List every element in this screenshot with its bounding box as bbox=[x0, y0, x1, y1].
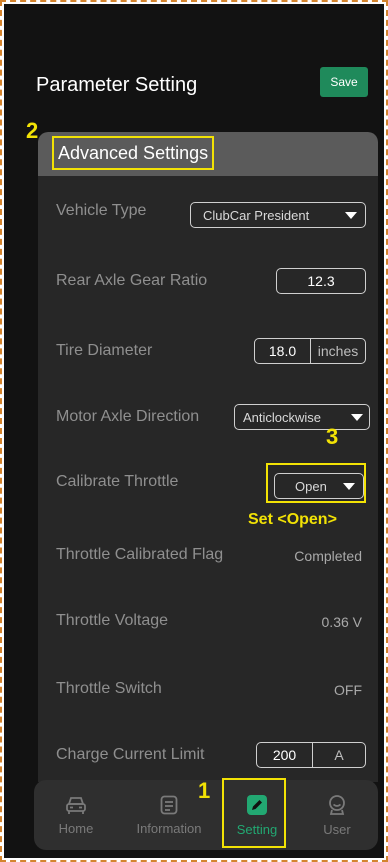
throttle-voltage-label: Throttle Voltage bbox=[56, 612, 169, 629]
charge-current-limit-label: Charge Current Limit bbox=[56, 746, 205, 763]
nav-item-user[interactable]: User bbox=[302, 780, 372, 850]
panel-title: Advanced Settings bbox=[52, 136, 215, 170]
charge-current-limit-unit: A bbox=[334, 747, 344, 763]
annotation-step-2: 2 bbox=[26, 118, 39, 143]
caret-down-icon bbox=[351, 413, 363, 421]
motor-axle-direction-label: Motor Axle Direction bbox=[56, 408, 200, 425]
tire-diameter-unit: inches bbox=[317, 343, 359, 359]
save-button[interactable]: Save bbox=[320, 67, 368, 97]
nav-item-home[interactable]: Home bbox=[40, 780, 112, 850]
motor-axle-direction-select[interactable]: Anticlockwise bbox=[234, 404, 370, 430]
calibrate-throttle-label: Calibrate Throttle bbox=[56, 473, 179, 490]
throttle-calibrated-flag-label: Throttle Calibrated Flag bbox=[56, 546, 224, 563]
charge-current-limit-value: 200 bbox=[257, 743, 313, 767]
user-icon bbox=[329, 794, 345, 815]
nav-label-information: Information bbox=[136, 820, 202, 836]
document-icon bbox=[160, 795, 178, 814]
panel-header: Advanced Settings bbox=[38, 132, 378, 176]
nav-label-user: User bbox=[323, 821, 351, 837]
nav-label-home: Home bbox=[58, 820, 94, 836]
annotation-highlight-calibrate bbox=[266, 463, 366, 503]
rear-axle-gear-ratio-input[interactable]: 12.3 bbox=[276, 268, 366, 294]
throttle-calibrated-flag-value: Completed bbox=[294, 548, 362, 564]
annotation-step-3-text: Set <Open> bbox=[248, 511, 337, 528]
motor-axle-direction-value: Anticlockwise bbox=[243, 409, 322, 425]
rear-axle-gear-ratio-label: Rear Axle Gear Ratio bbox=[56, 272, 208, 289]
page-title: Parameter Setting bbox=[36, 74, 198, 96]
charge-current-limit-input[interactable]: 200 A bbox=[256, 742, 366, 768]
vehicle-type-select[interactable]: ClubCar President bbox=[190, 202, 366, 228]
tire-diameter-value: 18.0 bbox=[255, 339, 311, 363]
vehicle-type-value: ClubCar President bbox=[203, 207, 310, 223]
app-screen: Parameter Setting Save 2 Advanced Settin… bbox=[4, 4, 384, 858]
annotation-step-1: 1 bbox=[198, 778, 211, 803]
throttle-switch-label: Throttle Switch bbox=[56, 680, 162, 697]
annotation-step-3: 3 bbox=[326, 424, 339, 449]
tire-diameter-label: Tire Diameter bbox=[56, 342, 153, 359]
throttle-switch-value: OFF bbox=[334, 682, 362, 698]
annotation-highlight-setting bbox=[222, 778, 286, 848]
car-icon bbox=[66, 796, 86, 814]
tire-diameter-input[interactable]: 18.0 inches bbox=[254, 338, 366, 364]
advanced-settings-panel: Advanced Settings Vehicle Type ClubCar P… bbox=[38, 132, 378, 782]
caret-down-icon bbox=[345, 211, 357, 219]
throttle-voltage-value: 0.36 V bbox=[321, 614, 362, 630]
vehicle-type-label: Vehicle Type bbox=[56, 202, 147, 219]
